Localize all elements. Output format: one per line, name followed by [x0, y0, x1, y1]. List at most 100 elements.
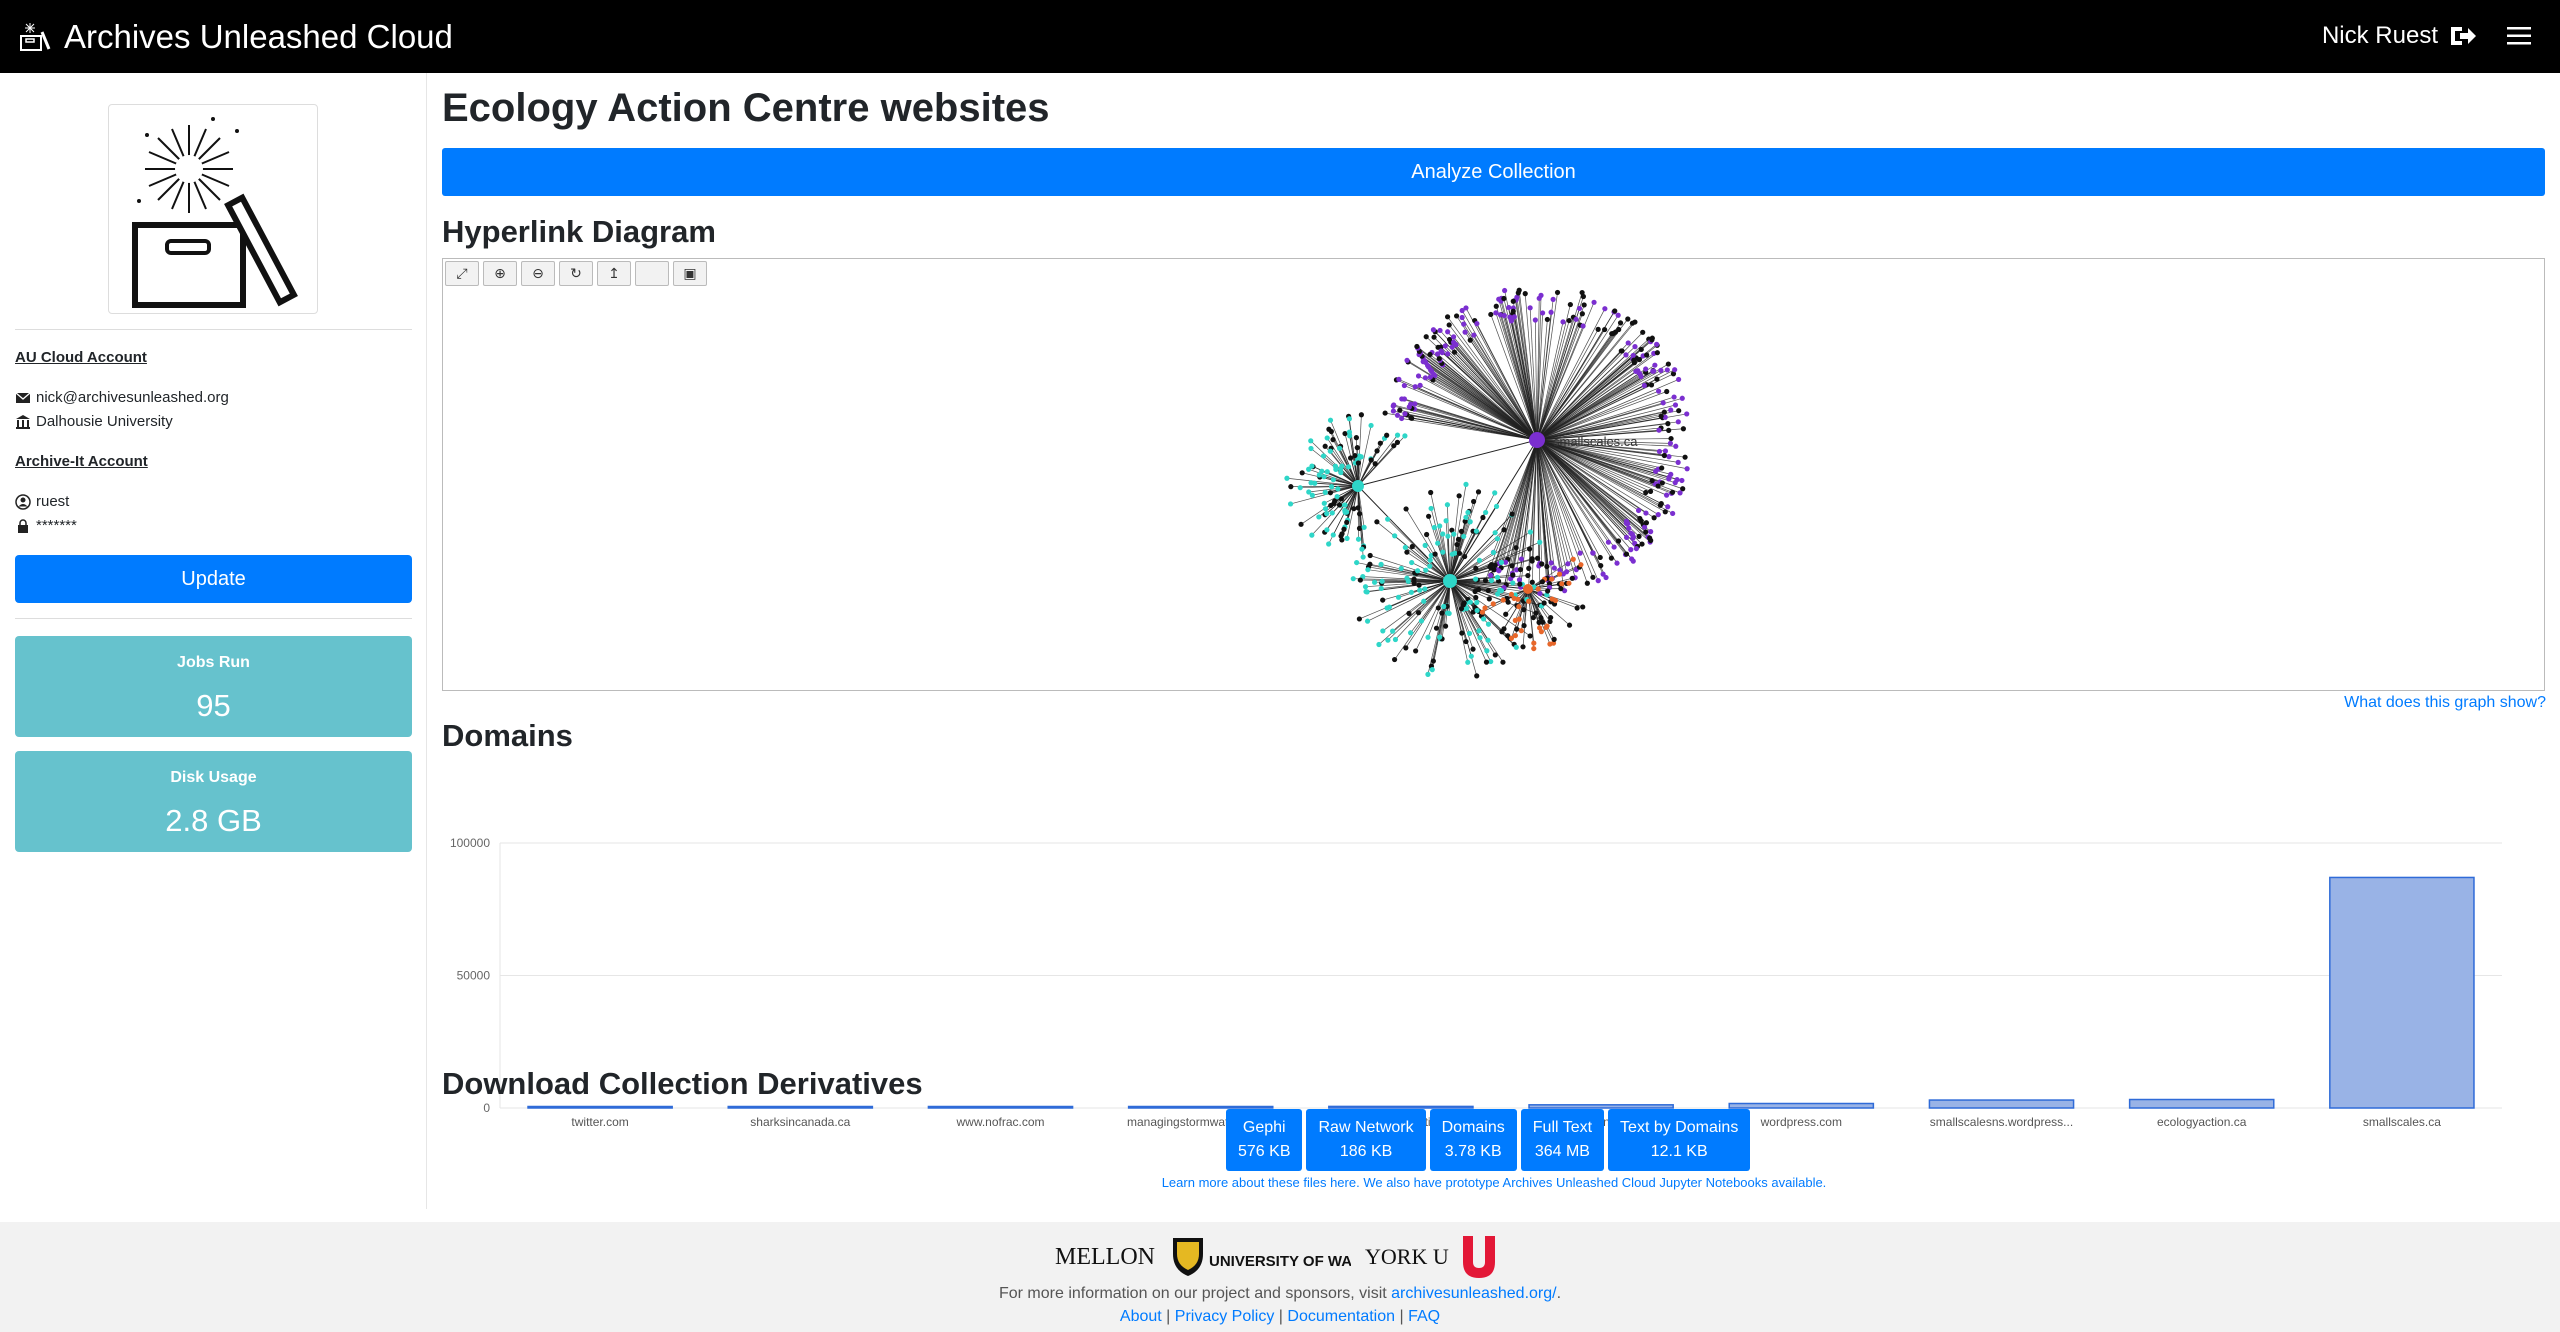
graph-node[interactable]: [1429, 667, 1435, 673]
graph-node[interactable]: [1459, 630, 1465, 636]
graph-node[interactable]: [1661, 452, 1667, 459]
graph-node[interactable]: [1445, 329, 1451, 335]
graph-node[interactable]: [1668, 471, 1674, 477]
graph-node[interactable]: [1483, 509, 1489, 516]
graph-node[interactable]: [1437, 634, 1443, 640]
graph-node[interactable]: [1554, 289, 1561, 296]
graph-node[interactable]: [1474, 673, 1480, 679]
graph-node[interactable]: [1595, 578, 1601, 584]
graph-node[interactable]: [1409, 543, 1415, 550]
graph-node[interactable]: [1540, 310, 1546, 316]
graph-node[interactable]: [1636, 356, 1643, 363]
graph-node[interactable]: [1462, 329, 1468, 335]
graph-node[interactable]: [1444, 610, 1451, 616]
graph-node[interactable]: [1351, 506, 1357, 512]
graph-node[interactable]: [1418, 618, 1425, 624]
graph-node[interactable]: [1436, 356, 1442, 362]
bar-sharksincanada.ca[interactable]: [727, 1105, 874, 1109]
user-name[interactable]: Nick Ruest: [2322, 22, 2438, 50]
graph-node[interactable]: [1501, 527, 1507, 533]
graph-node[interactable]: [1480, 616, 1487, 622]
graph-node[interactable]: [1517, 581, 1523, 587]
graph-node[interactable]: [1368, 422, 1374, 429]
graph-node[interactable]: [1364, 589, 1370, 595]
graph-node[interactable]: [1391, 656, 1398, 663]
graph-node[interactable]: [1423, 567, 1429, 573]
graph-node[interactable]: [1364, 618, 1371, 624]
graph-node[interactable]: [1644, 352, 1650, 358]
graph-node[interactable]: [1664, 388, 1670, 395]
graph-node[interactable]: [1485, 637, 1491, 643]
bar-smallscalesns.wordpress...[interactable]: [1928, 1099, 2075, 1109]
graph-hub-node[interactable]: [1523, 584, 1533, 594]
graph-node[interactable]: [1591, 299, 1597, 305]
graph-node[interactable]: [1445, 351, 1451, 357]
graph-node[interactable]: [1382, 410, 1388, 416]
graph-node[interactable]: [1550, 296, 1556, 302]
graph-node[interactable]: [1463, 638, 1469, 645]
graph-node[interactable]: [1654, 341, 1660, 347]
graph-node[interactable]: [1401, 382, 1407, 389]
graph-node[interactable]: [1510, 308, 1516, 314]
graph-node[interactable]: [1395, 594, 1402, 600]
graph-node[interactable]: [1484, 648, 1490, 654]
graph-node[interactable]: [1417, 382, 1423, 388]
graph-node[interactable]: [1330, 437, 1336, 443]
graph-node[interactable]: [1482, 577, 1489, 584]
graph-node[interactable]: [1299, 470, 1305, 476]
graph-node[interactable]: [1510, 580, 1516, 586]
graph-node[interactable]: [1372, 461, 1378, 467]
graph-node[interactable]: [1525, 572, 1531, 579]
graph-node[interactable]: [1463, 514, 1469, 521]
graph-node[interactable]: [1427, 563, 1433, 569]
fullscreen-icon[interactable]: ⤢: [445, 261, 479, 286]
graph-node[interactable]: [1326, 541, 1332, 547]
graph-node[interactable]: [1321, 474, 1327, 480]
graph-node[interactable]: [1459, 314, 1465, 321]
archives-unleashed-link[interactable]: archivesunleashed.org/: [1391, 1285, 1556, 1302]
graph-node[interactable]: [1529, 556, 1535, 562]
graph-node[interactable]: [1539, 619, 1546, 625]
graph-node[interactable]: [1632, 319, 1638, 325]
graph-node[interactable]: [1357, 577, 1363, 583]
graph-node[interactable]: [1574, 605, 1580, 611]
graph-node[interactable]: [1330, 532, 1336, 538]
graph-node[interactable]: [1284, 475, 1290, 481]
graph-node[interactable]: [1430, 327, 1437, 333]
graph-node[interactable]: [1473, 565, 1479, 571]
graph-node[interactable]: [1376, 641, 1382, 648]
graph-node[interactable]: [1516, 287, 1522, 293]
graph-node[interactable]: [1324, 435, 1330, 441]
graph-node[interactable]: [1605, 539, 1612, 545]
graph-node[interactable]: [1298, 521, 1304, 527]
graph-node[interactable]: [1473, 594, 1479, 601]
graph-node[interactable]: [1537, 539, 1543, 545]
graph-node[interactable]: [1390, 628, 1396, 634]
graph-node[interactable]: [1433, 625, 1440, 631]
graph-node[interactable]: [1403, 506, 1409, 512]
graph-node[interactable]: [1668, 407, 1674, 413]
graph-node[interactable]: [1538, 615, 1544, 621]
graph-node[interactable]: [1338, 469, 1344, 476]
graph-node[interactable]: [1658, 367, 1664, 373]
graph-node[interactable]: [1556, 571, 1563, 577]
graph-node[interactable]: [1503, 611, 1509, 617]
graph-hub-node[interactable]: [1529, 432, 1545, 448]
graph-node[interactable]: [1450, 339, 1457, 345]
graph-node[interactable]: [1326, 426, 1332, 432]
graph-node[interactable]: [1643, 510, 1649, 516]
graph-node[interactable]: [1611, 544, 1617, 550]
graph-node[interactable]: [1431, 524, 1437, 531]
graph-node[interactable]: [1658, 413, 1664, 419]
graph-node[interactable]: [1626, 525, 1632, 531]
graph-node[interactable]: [1654, 350, 1660, 356]
graph-node[interactable]: [1402, 433, 1408, 439]
graph-node[interactable]: [1355, 460, 1361, 466]
graph-node[interactable]: [1446, 322, 1452, 328]
graph-node[interactable]: [1636, 533, 1642, 540]
sign-out-icon[interactable]: [2448, 21, 2478, 51]
gephi-download-button[interactable]: Gephi 576 KB: [1226, 1109, 1303, 1171]
graph-node[interactable]: [1544, 623, 1550, 629]
graph-node[interactable]: [1633, 368, 1639, 375]
graph-node[interactable]: [1428, 505, 1434, 512]
